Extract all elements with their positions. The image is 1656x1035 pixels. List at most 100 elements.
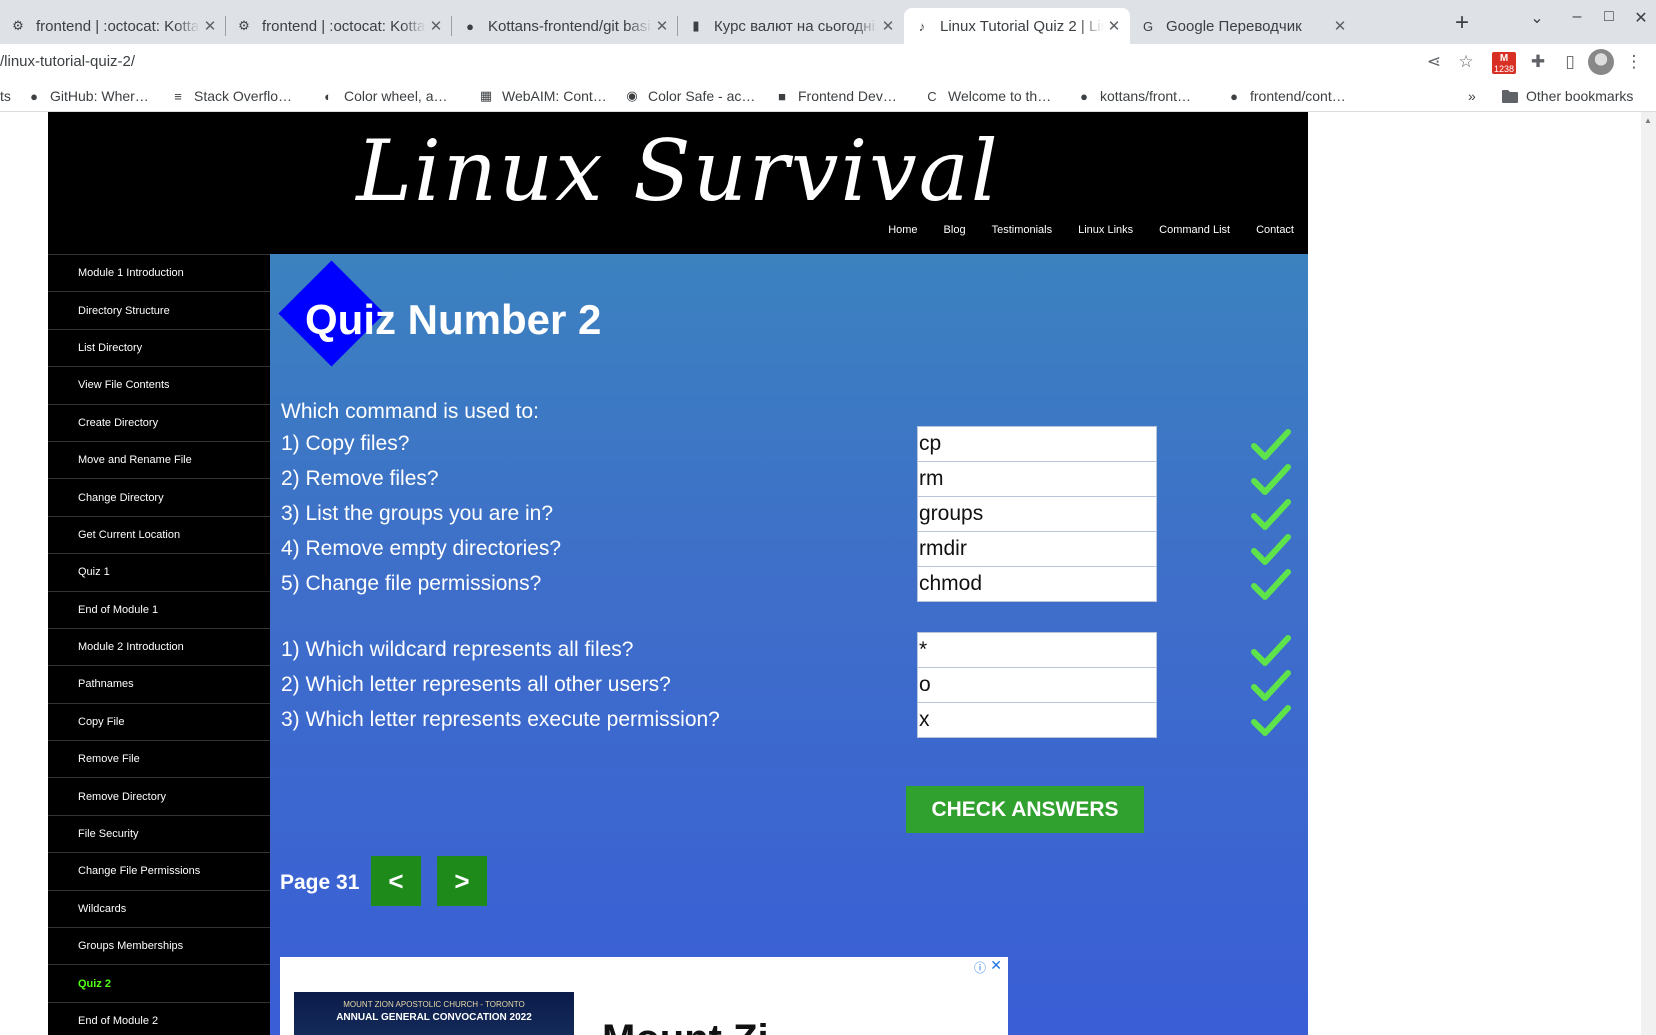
sidebar-item-create-directory[interactable]: Create Directory (48, 403, 270, 441)
side-panel-icon[interactable]: ▯ (1558, 52, 1582, 72)
sidebar-item-copy-file[interactable]: Copy File (48, 702, 270, 740)
bookmark-label: Color wheel, a… (344, 88, 448, 104)
bookmark-item[interactable]: ■ Frontend Dev… (774, 88, 897, 104)
close-tab-icon[interactable]: ✕ (652, 17, 672, 35)
sidebar-item-get-current-location[interactable]: Get Current Location (48, 515, 270, 553)
correct-check-icon (1251, 634, 1291, 668)
answer-input[interactable] (917, 702, 1157, 738)
sidebar-item-remove-file[interactable]: Remove File (48, 740, 270, 777)
bookmark-item[interactable]: ● kottans/front… (1076, 88, 1191, 104)
close-tab-icon[interactable]: ✕ (1104, 17, 1124, 35)
globe-icon: ◉ (626, 88, 638, 103)
browser-menu-icon[interactable]: ⋮ (1622, 52, 1646, 72)
page-scrollbar[interactable]: ▲ (1641, 112, 1656, 1035)
sidebar-item-file-security[interactable]: File Security (48, 814, 270, 852)
sidebar-item-wildcards[interactable]: Wildcards (48, 889, 270, 927)
close-tab-icon[interactable]: ✕ (1330, 17, 1350, 35)
nav-link-home[interactable]: Home (888, 224, 917, 236)
bookmark-item[interactable]: C Welcome to th… (924, 88, 1051, 104)
scroll-up-arrow-icon[interactable]: ▲ (1644, 116, 1652, 125)
other-bookmarks-label: Other bookmarks (1526, 88, 1634, 104)
browser-tab[interactable]: ▮ Курс валют на сьогодні. Мінфін✕ (678, 8, 904, 44)
ad-info-icon[interactable]: ⓘ (974, 959, 986, 976)
answer-input[interactable] (917, 667, 1157, 703)
browser-tab[interactable]: ● Kottans-frontend/git basics ✕ (452, 8, 678, 44)
site-logo-title[interactable]: Linux Survival (48, 122, 1308, 220)
question-text: 2) Which letter represents all other use… (281, 673, 671, 696)
answer-input[interactable] (917, 461, 1157, 497)
bookmark-item[interactable]: ● frontend/cont… (1226, 88, 1346, 104)
question-text: 1) Which wildcard represents all files? (281, 638, 634, 661)
answer-input[interactable] (917, 531, 1157, 567)
nav-link-blog[interactable]: Blog (944, 224, 966, 236)
sidebar-item-quiz-1[interactable]: Quiz 1 (48, 553, 270, 590)
share-icon[interactable]: ⋖ (1422, 52, 1446, 72)
sidebar-item-end-of-module-1[interactable]: End of Module 1 (48, 590, 270, 628)
browser-tab[interactable]: ♪ Linux Tutorial Quiz 2 | Linux Survival✕ (904, 8, 1130, 44)
bookmark-item[interactable]: ● GitHub: Wher… (26, 88, 149, 104)
bookmark-item[interactable]: ts (0, 88, 11, 104)
color-wheel-icon: ◐ (324, 88, 332, 104)
previous-page-button[interactable]: < (371, 856, 421, 906)
nav-link-command-list[interactable]: Command List (1159, 224, 1230, 236)
sidebar-item-end-of-module-2[interactable]: End of Module 2 (48, 1001, 270, 1035)
next-page-button[interactable]: > (437, 856, 487, 906)
sidebar-item-remove-directory[interactable]: Remove Directory (48, 777, 270, 814)
sidebar-item-module-1-introduction[interactable]: Module 1 Introduction (48, 254, 270, 291)
sidebar-item-directory-structure[interactable]: Directory Structure (48, 291, 270, 328)
page-title: Quiz Number 2 (305, 296, 602, 343)
sidebar-item-change-file-permissions[interactable]: Change File Permissions (48, 852, 270, 889)
close-tab-icon[interactable]: ✕ (200, 17, 220, 35)
tab-title: Google Переводчик (1166, 17, 1302, 35)
bookmark-item[interactable]: ▦ WebAIM: Cont… (478, 88, 607, 104)
sidebar-item-quiz-2[interactable]: Quiz 2 (48, 964, 270, 1001)
sidebar-item-groups-memberships[interactable]: Groups Memberships (48, 927, 270, 964)
close-window-icon[interactable]: ✕ (1626, 8, 1656, 28)
ad-close-icon[interactable]: ✕ (990, 957, 1002, 974)
answer-input[interactable] (917, 426, 1157, 462)
answer-input[interactable] (917, 496, 1157, 532)
bookmarks-bar: ts ● GitHub: Wher… ≡ Stack Overflo… ◐ Color wh… (0, 84, 1656, 112)
url-field[interactable]: /linux-tutorial-quiz-2/ (0, 53, 135, 70)
gmail-extension-icon[interactable]: M 1238 (1492, 52, 1518, 74)
sidebar-item-pathnames[interactable]: Pathnames (48, 665, 270, 702)
tab-search-icon[interactable]: ⌄ (1522, 8, 1552, 28)
answer-input[interactable] (917, 566, 1157, 602)
bookmarks-overflow-icon[interactable]: » (1468, 88, 1476, 104)
sidebar-item-list-directory[interactable]: List Directory (48, 328, 270, 366)
minimize-icon[interactable]: – (1562, 8, 1592, 26)
bookmark-star-icon[interactable]: ☆ (1454, 52, 1478, 72)
ad-image[interactable]: MOUNT ZION APOSTOLIC CHURCH - TORONTO AN… (294, 992, 574, 1035)
browser-tab-bar: ⚙ frontend | :octocat: Kottans ✕ ⚙ frontend … (0, 0, 1656, 44)
advertisement-banner[interactable]: MOUNT ZION APOSTOLIC CHURCH - TORONTO AN… (280, 957, 1008, 1035)
sidebar-item-module-2-introduction[interactable]: Module 2 Introduction (48, 627, 270, 665)
maximize-icon[interactable]: □ (1594, 8, 1624, 26)
browser-tab[interactable]: ⚙ frontend | :octocat: Kottans ✕ (226, 8, 452, 44)
other-bookmarks-folder[interactable]: Other bookmarks (1502, 88, 1633, 104)
nav-link-contact[interactable]: Contact (1256, 224, 1294, 236)
bookmark-item[interactable]: ≡ Stack Overflo… (170, 88, 292, 104)
check-answers-button[interactable]: CHECK ANSWERS (906, 786, 1144, 833)
correct-check-icon (1251, 568, 1291, 602)
close-tab-icon[interactable]: ✕ (878, 17, 898, 35)
extensions-puzzle-icon[interactable]: ✚ (1526, 52, 1550, 72)
tab-title: Курс валют на сьогодні. Мінфін (714, 17, 878, 35)
ad-headline[interactable]: Mount Zi… (602, 1017, 809, 1035)
bookmark-item[interactable]: ◐ Color wheel, a… (320, 88, 448, 104)
bookmark-item[interactable]: ◉ Color Safe - ac… (624, 88, 755, 104)
answer-input[interactable] (917, 632, 1157, 668)
nav-link-testimonials[interactable]: Testimonials (992, 224, 1053, 236)
module-sidebar: Module 1 Introduction Directory Structure… (48, 254, 270, 1035)
close-tab-icon[interactable]: ✕ (426, 17, 446, 35)
new-tab-button[interactable]: + (1448, 10, 1476, 38)
browser-tab[interactable]: ⚙ frontend | :octocat: Kottans ✕ (0, 8, 226, 44)
profile-avatar[interactable] (1588, 49, 1614, 75)
quiz-content: Quiz Number 2 Which command is used to: … (270, 254, 1308, 1035)
nav-link-linux-links[interactable]: Linux Links (1078, 224, 1133, 236)
sidebar-item-move-and-rename-file[interactable]: Move and Rename File (48, 440, 270, 478)
sidebar-item-change-directory[interactable]: Change Directory (48, 478, 270, 515)
question-text: 5) Change file permissions? (281, 572, 542, 595)
browser-tab[interactable]: G Google Переводчик ✕ (1130, 8, 1356, 44)
sidebar-item-view-file-contents[interactable]: View File Contents (48, 366, 270, 403)
quiz-question-row: 2) Remove files? (281, 461, 1291, 498)
